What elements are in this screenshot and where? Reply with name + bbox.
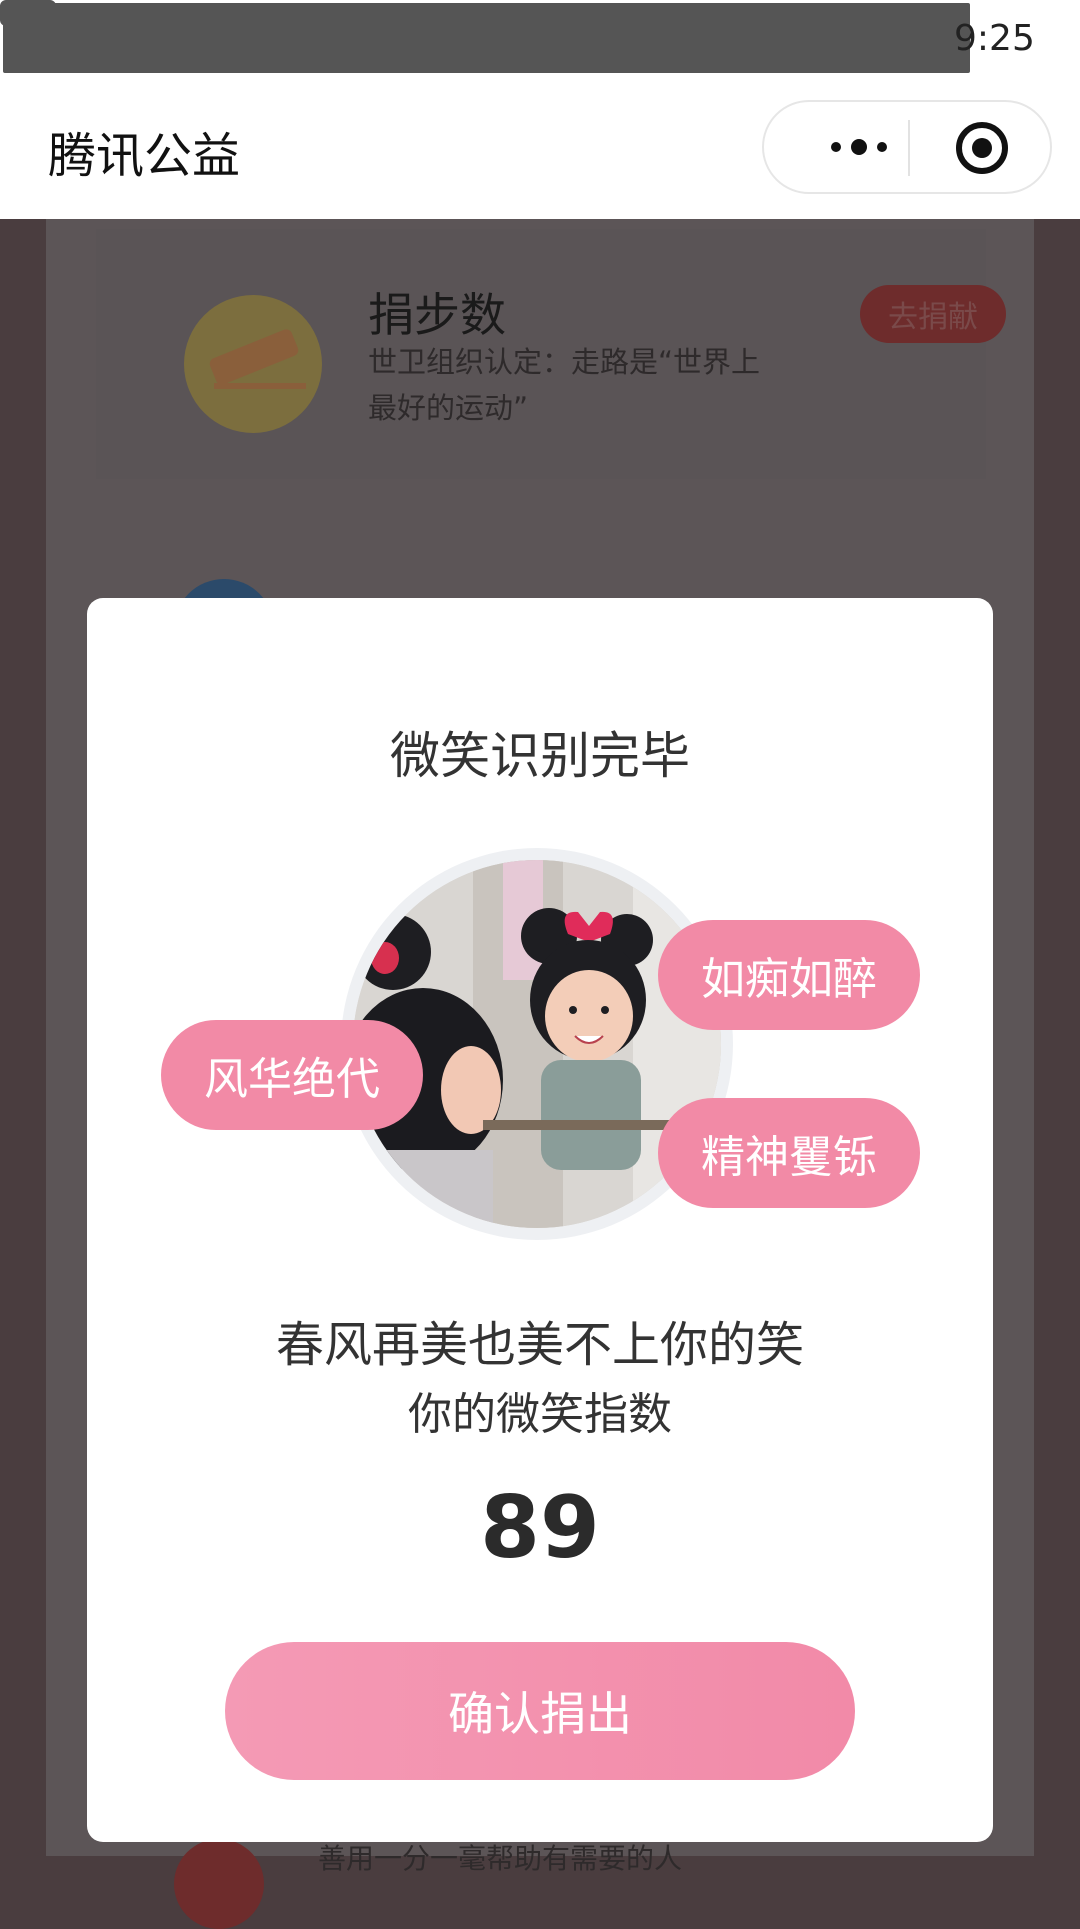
donate-steps-card: 捐步数 世卫组织认定：走路是“世界上最好的运动” 去捐献 xyxy=(96,229,1006,479)
smile-tag: 风华绝代 xyxy=(161,1020,423,1130)
smile-tag: 精神矍铄 xyxy=(658,1098,920,1208)
smile-tag: 如痴如醉 xyxy=(658,920,920,1030)
shoe-icon xyxy=(184,295,322,433)
smile-score-value: 89 xyxy=(480,1478,600,1578)
more-dots-icon[interactable] xyxy=(814,130,904,164)
status-time: 9:25 xyxy=(954,18,1035,59)
target-close-icon[interactable] xyxy=(956,122,1008,174)
nav-bar: 腾讯公益 xyxy=(0,76,1080,219)
background-edge-left xyxy=(0,219,46,1856)
card-description: 善用一分一毫帮助有需要的人 xyxy=(318,1842,683,1875)
smile-score-label: 你的微笑指数 xyxy=(408,1389,672,1440)
battery-icon xyxy=(0,0,970,73)
page-title: 腾讯公益 xyxy=(48,128,241,184)
card-icon xyxy=(174,1839,264,1929)
go-donate-button: 去捐献 xyxy=(860,285,1006,343)
battery-fill xyxy=(3,3,970,73)
card-title: 捐步数 xyxy=(368,288,506,342)
modal-title: 微笑识别完毕 xyxy=(390,727,690,785)
background-edge-right xyxy=(1034,219,1080,1856)
card-description: 世卫组织认定：走路是“世界上最好的运动” xyxy=(368,345,761,425)
confirm-donate-button[interactable]: 确认捐出 xyxy=(225,1642,855,1780)
smile-result-modal: 微笑识别完毕 如痴如醉 风华绝代 精神矍铄 春风再美也美不上你的笑 你的微笑指数… xyxy=(87,598,993,1842)
status-bar: HD 4G MP ··· 9:25 xyxy=(0,0,1080,76)
capsule-divider xyxy=(908,120,910,176)
mini-program-capsule xyxy=(762,100,1052,194)
smile-slogan: 春风再美也美不上你的笑 xyxy=(275,1317,804,1373)
